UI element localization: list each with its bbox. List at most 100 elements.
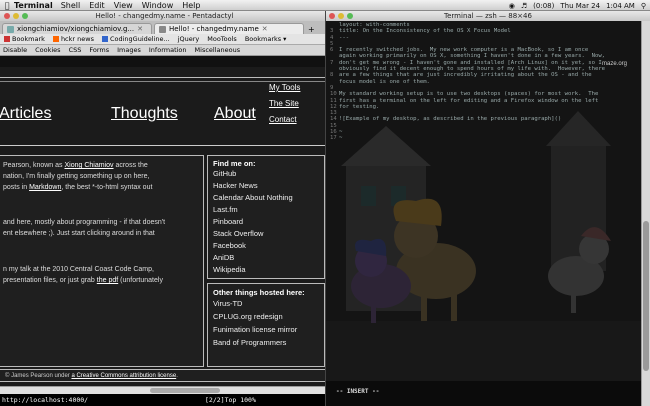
menu-app-name[interactable]: Terminal bbox=[14, 1, 53, 10]
nav-the-site[interactable]: The Site bbox=[269, 99, 299, 108]
link-stack-overflow[interactable]: Stack Overflow bbox=[213, 229, 263, 238]
browser-window: Hello! - changedmy.name - Pentadactyl xi… bbox=[0, 11, 325, 406]
author-link[interactable]: Xiong Chiamiov bbox=[64, 162, 113, 169]
tab-github[interactable]: xiongchiamiov/xiongchiamiov.g... ✕ bbox=[2, 23, 152, 34]
main-content: Pearson, known as Xiong Chiamiov across … bbox=[0, 155, 204, 367]
bookmark-item[interactable]: hckr news bbox=[52, 35, 94, 43]
find-me-box: Find me on: GitHub Hacker News Calendar … bbox=[207, 155, 325, 279]
line-text: layout: with-comments bbox=[339, 22, 410, 28]
menu-help[interactable]: Help bbox=[182, 1, 200, 10]
bookmark-item[interactable]: Bookmark bbox=[4, 35, 45, 43]
vim-buffer[interactable]: layout: with-comments 3 title: On the Inco… bbox=[330, 22, 640, 142]
dev-images[interactable]: Images bbox=[117, 46, 141, 54]
line-text: ~ bbox=[339, 135, 343, 142]
status-url: http://localhost:4000/ bbox=[2, 396, 89, 404]
new-tab-button[interactable]: + bbox=[308, 25, 315, 34]
menubar-date[interactable]: Thu Mar 24 bbox=[560, 2, 600, 10]
divider bbox=[0, 145, 325, 146]
menu-view[interactable]: View bbox=[114, 1, 133, 10]
dev-cookies[interactable]: Cookies bbox=[35, 46, 60, 54]
footer-text: . bbox=[176, 372, 178, 379]
dev-css[interactable]: CSS bbox=[69, 46, 82, 54]
web-page: Articles Thoughts About My Tools The Sit… bbox=[0, 67, 325, 389]
link-facebook[interactable]: Facebook bbox=[213, 241, 246, 250]
line-text: first has a terminal on the left for edi… bbox=[339, 97, 599, 104]
bookmark-item[interactable]: CodingGuideline... bbox=[101, 35, 170, 43]
dev-forms[interactable]: Forms bbox=[89, 46, 109, 54]
menu-edit[interactable]: Edit bbox=[89, 1, 105, 10]
menubar-extras: ◉ ♬ (0:08) Thu Mar 24 1:04 AM ⚲ bbox=[509, 0, 646, 11]
bookmarks-menu[interactable]: Bookmarks ▾ bbox=[245, 35, 287, 43]
other-things-heading: Other things hosted here: bbox=[213, 288, 305, 297]
dev-miscellaneous[interactable]: Miscellaneous bbox=[195, 46, 241, 54]
terminal-scrollbar[interactable] bbox=[641, 21, 650, 406]
line-text: My standard working setup is to use two … bbox=[339, 91, 599, 98]
tab-changedmyname[interactable]: Hello! - changedmy.name ✕ bbox=[154, 23, 304, 34]
link-lastfm[interactable]: Last.fm bbox=[213, 205, 238, 214]
link-wikipedia[interactable]: Wikipedia bbox=[213, 265, 246, 274]
line-text: I recently switched jobs. My new work co… bbox=[339, 47, 589, 54]
close-window-icon[interactable] bbox=[329, 13, 335, 19]
minimize-window-icon[interactable] bbox=[13, 13, 19, 19]
page-footer: © James Pearson under a Creative Commons… bbox=[0, 369, 325, 382]
menubar-time[interactable]: 1:04 AM bbox=[606, 2, 635, 10]
pentadactyl-statusline: http://localhost:4000/ [2/2]Top 100% bbox=[0, 394, 325, 406]
horizontal-scrollbar[interactable] bbox=[0, 386, 325, 394]
bookmark-item[interactable]: MooTools bbox=[207, 35, 237, 43]
browser-titlebar[interactable]: Hello! - changedmy.name - Pentadactyl bbox=[0, 11, 325, 21]
minimize-window-icon[interactable] bbox=[338, 13, 344, 19]
footer-text: © James Pearson under bbox=[5, 372, 70, 379]
scrollbar-thumb[interactable] bbox=[643, 221, 649, 371]
terminal-title: Terminal — zsh — 88×46 bbox=[444, 12, 532, 20]
volume-icon[interactable]: ♬ bbox=[521, 2, 527, 10]
browser-title: Hello! - changedmy.name - Pentadactyl bbox=[95, 12, 234, 20]
close-tab-icon[interactable]: ✕ bbox=[137, 25, 143, 33]
nav-articles[interactable]: Articles bbox=[0, 105, 51, 123]
battery-status[interactable]: (0:08) bbox=[533, 2, 554, 10]
status-position: [2/2]Top 100% bbox=[205, 396, 256, 404]
scrollbar-thumb[interactable] bbox=[150, 388, 220, 393]
bookmark-item[interactable]: jQuery bbox=[178, 35, 200, 43]
nav-contact[interactable]: Contact bbox=[269, 115, 297, 124]
nav-about[interactable]: About bbox=[214, 105, 256, 123]
line-text: are a few things that are just incredibl… bbox=[339, 72, 592, 79]
link-virus-td[interactable]: Virus-TD bbox=[213, 299, 242, 308]
nav-thoughts[interactable]: Thoughts bbox=[111, 105, 178, 123]
line-text: don't get me wrong - I haven't gone and … bbox=[339, 59, 602, 66]
terminal-titlebar[interactable]: Terminal — zsh — 88×46 bbox=[326, 11, 650, 21]
tab-label: Hello! - changedmy.name bbox=[169, 25, 259, 33]
link-cplug[interactable]: CPLUG.org redesign bbox=[213, 312, 283, 321]
tab-strip: xiongchiamiov/xiongchiamiov.g... ✕ Hello… bbox=[0, 21, 325, 34]
nav-my-tools[interactable]: My Tools bbox=[269, 83, 300, 92]
link-hacker-news[interactable]: Hacker News bbox=[213, 181, 258, 190]
content-line: posts in Markdown, the best *-to-html sy… bbox=[3, 184, 153, 191]
menu-window[interactable]: Window bbox=[142, 1, 174, 10]
link-anidb[interactable]: AniDB bbox=[213, 253, 234, 262]
pdf-link[interactable]: the pdf bbox=[97, 277, 118, 284]
dev-information[interactable]: Information bbox=[149, 46, 187, 54]
menu-shell[interactable]: Shell bbox=[61, 1, 81, 10]
other-things-box: Other things hosted here: Virus-TD CPLUG… bbox=[207, 283, 325, 367]
zoom-window-icon[interactable] bbox=[347, 13, 353, 19]
dev-disable[interactable]: Disable bbox=[3, 46, 27, 54]
link-funimation[interactable]: Funimation license mirror bbox=[213, 325, 297, 334]
wifi-icon[interactable]: ◉ bbox=[509, 2, 515, 10]
buffer-line: 17 ~ bbox=[330, 135, 640, 141]
link-calendar[interactable]: Calendar About Nothing bbox=[213, 193, 293, 202]
content-line: ent elsewhere ;). Just start clicking ar… bbox=[3, 230, 155, 237]
close-tab-icon[interactable]: ✕ bbox=[262, 25, 268, 33]
bookmark-icon bbox=[4, 36, 10, 42]
bookmark-label: jQuery bbox=[177, 35, 200, 43]
bookmark-label: MooTools bbox=[207, 35, 237, 43]
zoom-window-icon[interactable] bbox=[22, 13, 28, 19]
find-me-heading: Find me on: bbox=[213, 159, 256, 168]
spotlight-icon[interactable]: ⚲ bbox=[641, 2, 646, 10]
link-band-of-programmers[interactable]: Band of Programmers bbox=[213, 338, 286, 347]
markdown-link[interactable]: Markdown bbox=[29, 184, 61, 191]
link-github[interactable]: GitHub bbox=[213, 169, 236, 178]
license-link[interactable]: a Creative Commons attribution license bbox=[71, 373, 176, 379]
content-line: n my talk at the 2010 Central Coast Code… bbox=[3, 266, 154, 273]
link-pinboard[interactable]: Pinboard bbox=[213, 217, 243, 226]
apple-icon[interactable]:  bbox=[0, 1, 14, 10]
close-window-icon[interactable] bbox=[4, 13, 10, 19]
